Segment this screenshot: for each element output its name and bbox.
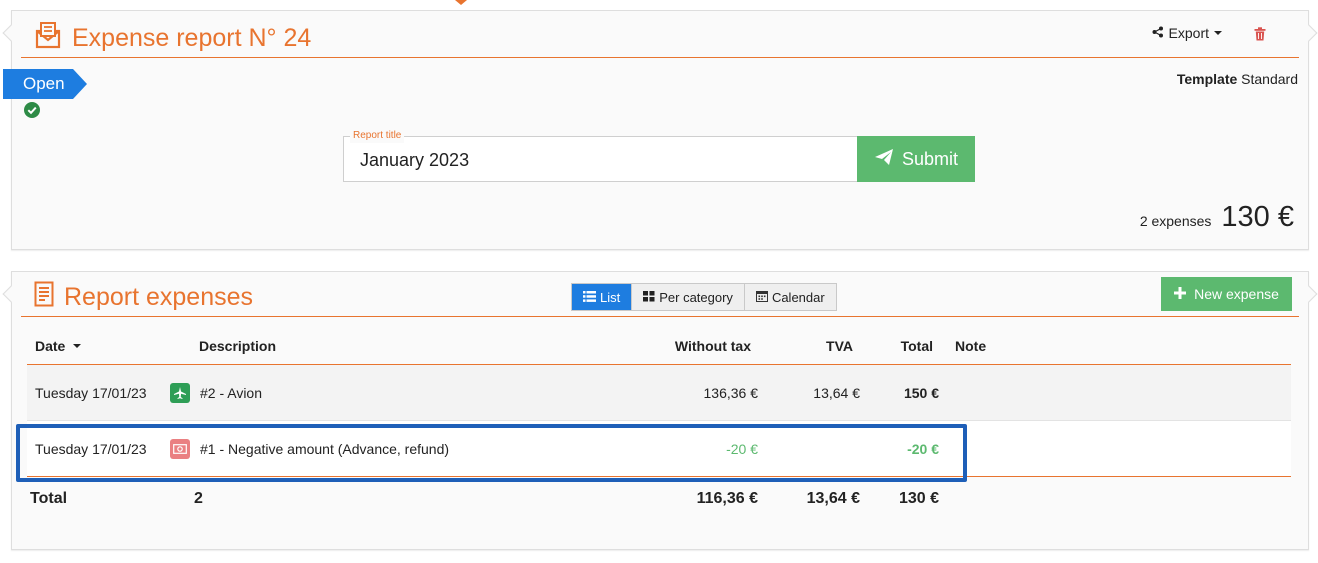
row-total: -20 € bbox=[907, 440, 939, 457]
table-row[interactable]: Tuesday 17/01/23 #2 - Avion 136,36 € 13,… bbox=[27, 365, 1291, 421]
submit-button[interactable]: Submit bbox=[857, 136, 975, 182]
expenses-table: Date Description Without tax TVA Total N… bbox=[27, 327, 1291, 521]
sort-down-icon bbox=[73, 343, 82, 348]
column-description: Description bbox=[199, 337, 277, 354]
row-category bbox=[170, 382, 190, 403]
footer-label: Total bbox=[30, 490, 68, 507]
row-description: #1 - Negative amount (Advance, refund) bbox=[200, 440, 450, 457]
grid-icon bbox=[643, 290, 655, 305]
table-footer: Total 2 116,36 € 13,64 € 130 € bbox=[27, 477, 1291, 521]
footer-count: 2 bbox=[194, 490, 203, 507]
row-without-tax: 136,36 € bbox=[703, 384, 759, 401]
report-title-heading: Expense report N° 24 bbox=[34, 21, 311, 56]
view-calendar-button[interactable]: Calendar bbox=[744, 284, 836, 310]
paper-plane-icon bbox=[874, 148, 894, 171]
report-total: 130 € bbox=[1221, 201, 1294, 233]
view-category-label: Per category bbox=[659, 289, 733, 305]
submit-label: Submit bbox=[901, 148, 959, 169]
panel-notch-left bbox=[2, 285, 20, 303]
view-list-button[interactable]: List bbox=[572, 284, 633, 310]
footer-tva: 13,64 € bbox=[806, 490, 860, 507]
row-total: 150 € bbox=[903, 384, 939, 401]
page-title: Expense report N° 24 bbox=[72, 24, 312, 52]
title-divider bbox=[21, 57, 1299, 58]
row-description: #2 - Avion bbox=[200, 384, 263, 401]
view-category-button[interactable]: Per category bbox=[632, 284, 745, 310]
delete-button[interactable] bbox=[1254, 27, 1266, 46]
column-tva: TVA bbox=[826, 337, 853, 354]
column-date[interactable]: Date bbox=[35, 337, 82, 354]
column-note: Note bbox=[955, 337, 987, 354]
row-date: Tuesday 17/01/23 bbox=[35, 384, 147, 401]
column-without-tax: Without tax bbox=[674, 337, 751, 354]
row-category bbox=[170, 438, 190, 459]
expenses-divider bbox=[21, 316, 1299, 317]
report-title-field[interactable]: Report title January 2023 bbox=[343, 129, 858, 182]
view-list-label: List bbox=[600, 289, 621, 305]
export-label: Export bbox=[1168, 25, 1209, 41]
view-calendar-label: Calendar bbox=[771, 289, 825, 305]
footer-total: 130 € bbox=[898, 490, 939, 507]
new-expense-label: New expense bbox=[1194, 286, 1279, 302]
trash-icon bbox=[1254, 27, 1266, 45]
chevron-down-icon bbox=[1214, 31, 1222, 35]
calendar-icon bbox=[755, 290, 768, 305]
view-switcher: List Per category Calendar bbox=[571, 283, 837, 311]
panel-notch-left bbox=[2, 24, 20, 42]
column-date-label: Date bbox=[35, 337, 66, 354]
report-panel: Expense report N° 24 Export Template Sta… bbox=[2, 10, 1318, 250]
share-icon bbox=[1152, 25, 1164, 41]
panel-notch-right bbox=[1300, 24, 1318, 42]
receipt-envelope-icon bbox=[34, 21, 62, 56]
plus-icon bbox=[1174, 286, 1187, 302]
expenses-title: Report expenses bbox=[64, 283, 254, 311]
expenses-heading: Report expenses bbox=[34, 281, 253, 314]
banknote-icon bbox=[170, 438, 190, 459]
row-without-tax: -20 € bbox=[726, 440, 758, 457]
status-badge: Open bbox=[3, 69, 87, 99]
row-tva: 13,64 € bbox=[813, 384, 860, 401]
receipt-icon bbox=[34, 281, 54, 314]
new-expense-button[interactable]: New expense bbox=[1161, 277, 1292, 311]
expense-count: 2 expenses bbox=[1139, 213, 1212, 229]
table-header: Date Description Without tax TVA Total N… bbox=[27, 327, 1291, 365]
report-title-label: Report title bbox=[350, 129, 405, 143]
panel-notch-right bbox=[1300, 285, 1318, 303]
template-value: Standard bbox=[1241, 71, 1298, 87]
template-label: Template bbox=[1176, 71, 1238, 87]
expenses-panel: Report expenses List Per category Calend… bbox=[2, 271, 1318, 550]
row-date: Tuesday 17/01/23 bbox=[35, 440, 147, 457]
footer-without-tax: 116,36 € bbox=[696, 490, 758, 507]
top-arrow-indicator bbox=[455, 0, 467, 5]
export-button[interactable]: Export bbox=[1152, 25, 1222, 41]
report-title-value: January 2023 bbox=[360, 150, 470, 170]
table-row[interactable]: Tuesday 17/01/23 #1 - Negative amount (A… bbox=[27, 421, 1291, 477]
template-info: Template Standard bbox=[1177, 71, 1298, 87]
report-summary: 2 expenses 130 € bbox=[1140, 201, 1294, 234]
plane-icon bbox=[170, 382, 190, 403]
list-icon bbox=[583, 290, 596, 305]
check-circle-icon bbox=[24, 102, 40, 118]
column-total: Total bbox=[900, 337, 933, 354]
